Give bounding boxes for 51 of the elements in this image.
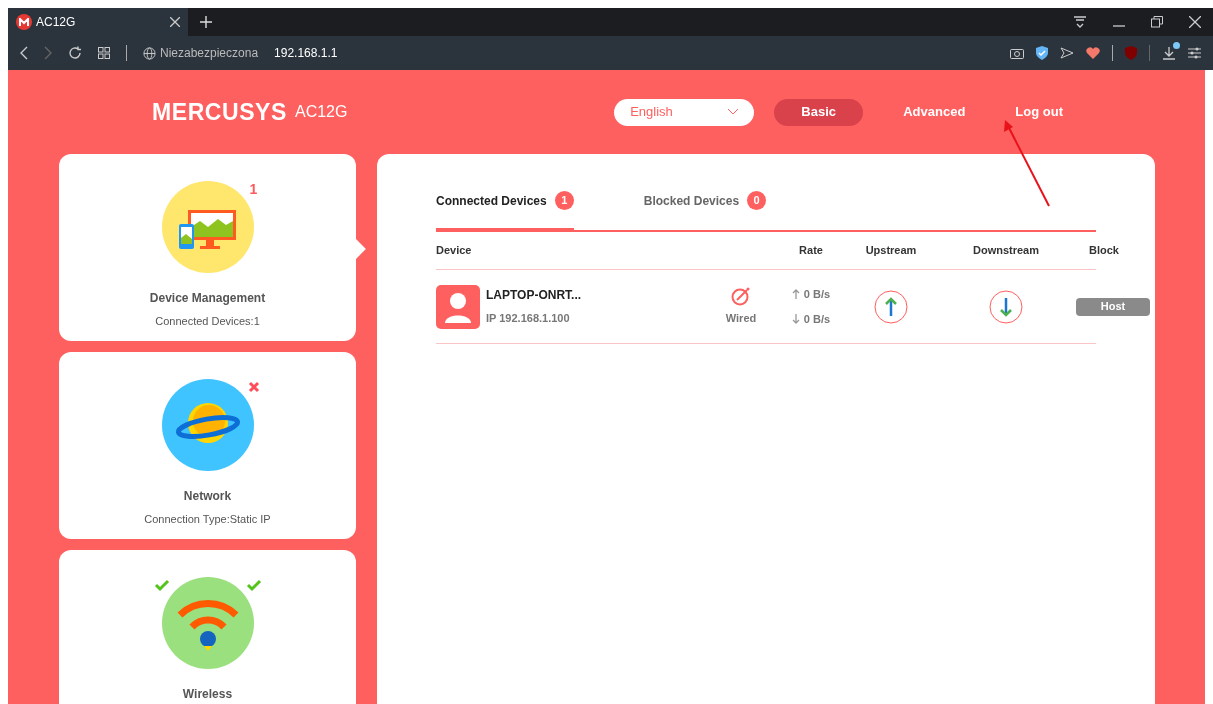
reload-icon[interactable] <box>68 46 82 60</box>
column-header: Upstream <box>865 243 917 259</box>
grid-icon[interactable] <box>98 47 110 59</box>
count-badge: 1 <box>554 191 574 210</box>
connection-type: Wired <box>725 311 757 327</box>
column-header: Rate <box>799 243 823 259</box>
count-badge: 0 <box>747 191 767 210</box>
new-tab-icon[interactable] <box>200 16 212 28</box>
feature-card[interactable]: Network Connection Type:Static IP <box>59 352 356 539</box>
shield-icon[interactable] <box>1036 46 1048 60</box>
globe-icon <box>143 46 156 60</box>
url-text[interactable]: 192.168.1.1 <box>274 44 338 62</box>
wifi-icon <box>161 577 254 669</box>
arrow-up-icon <box>791 289 800 300</box>
back-icon[interactable] <box>20 46 28 60</box>
send-icon[interactable] <box>1060 47 1074 59</box>
device-tab[interactable]: Connected Devices 1 <box>436 191 574 232</box>
card-title: Network <box>183 488 232 505</box>
download-icon[interactable] <box>1162 46 1176 60</box>
device-ip: IP 192.168.1.100 <box>486 311 571 327</box>
heart-icon[interactable] <box>1086 47 1100 59</box>
model-text: AC12G <box>294 102 348 122</box>
column-header: Block <box>1089 243 1119 259</box>
column-header: Downstream <box>973 243 1039 259</box>
nav-button[interactable]: Basic <box>774 98 864 126</box>
logo-text: MERCUSYS <box>152 97 287 127</box>
upload-rate: 0 B/s <box>803 287 831 302</box>
edit-icon[interactable] <box>731 286 751 307</box>
device-tab[interactable]: Blocked Devices 0 <box>643 191 767 232</box>
download-rate: 0 B/s <box>803 311 831 327</box>
device-name: LAPTOP-ONRT... <box>486 287 582 305</box>
card-title: Wireless <box>182 686 233 703</box>
close-icon[interactable] <box>1189 16 1201 28</box>
feature-card[interactable]: Wireless <box>59 550 356 704</box>
tab-menu-icon[interactable] <box>1073 15 1087 29</box>
tab-title: AC12G <box>36 14 77 31</box>
restore-icon[interactable] <box>1151 16 1163 28</box>
person-avatar-icon <box>436 284 480 329</box>
sliders-icon[interactable] <box>1188 47 1201 59</box>
arrow-down-icon <box>791 313 800 324</box>
column-header: Device <box>436 243 473 259</box>
browser-tab[interactable]: AC12G <box>8 8 188 36</box>
site-logo-icon <box>16 14 32 30</box>
planet-icon <box>161 379 254 471</box>
close-icon[interactable] <box>170 17 180 27</box>
card-title: Device Management <box>149 290 266 307</box>
camera-icon[interactable] <box>1010 47 1024 59</box>
card-subtitle: Connected Devices:1 <box>155 314 260 329</box>
security-label: Niezabezpieczona <box>160 45 259 62</box>
card-subtitle: Connection Type:Static IP <box>144 512 271 527</box>
chevron-down-icon <box>728 109 739 115</box>
